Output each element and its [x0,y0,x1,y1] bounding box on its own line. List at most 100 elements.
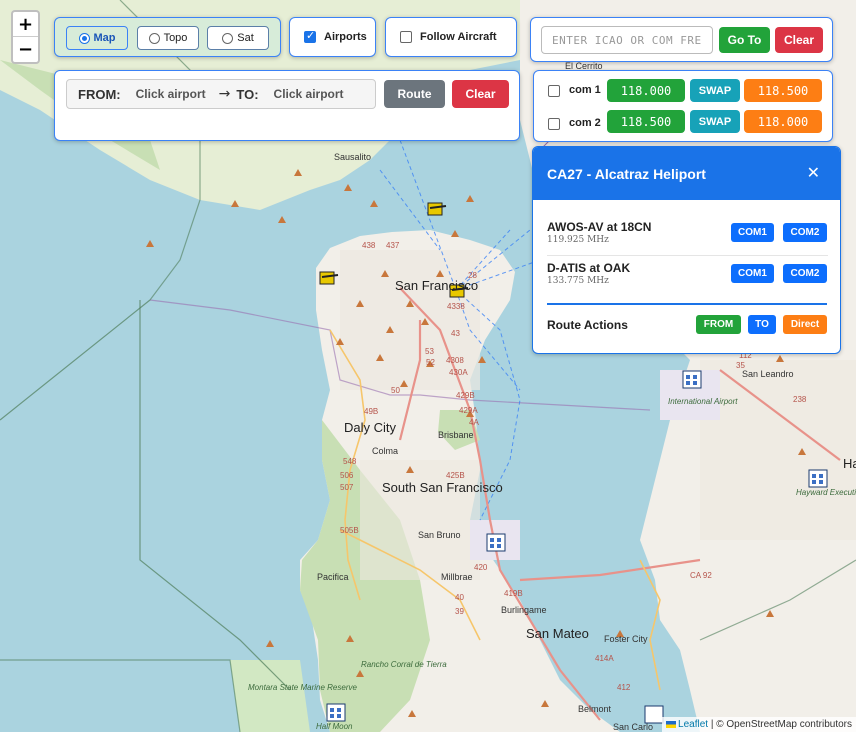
from-label: FROM: [78,86,121,102]
route-to-button[interactable]: TO [748,315,776,334]
close-icon[interactable]: ✕ [807,163,820,182]
svg-text:Pacifica: Pacifica [317,572,349,582]
com1-row: com 1 118.000 SWAP 118.500 [534,71,832,107]
route-actions-label: Route Actions [547,318,628,332]
svg-text:CA 92: CA 92 [690,571,712,580]
tune-com1-button[interactable]: COM1 [731,264,774,283]
svg-text:Colma: Colma [372,446,398,456]
route-fields: FROM: Click airport → TO: Click airport [66,79,376,109]
follow-aircraft-label: Follow Aircraft [420,31,497,43]
svg-text:53: 53 [425,347,434,356]
popup-header: CA27 - Alcatraz Heliport ✕ [533,147,840,200]
svg-text:Ha: Ha [843,456,856,471]
com1-label: com 1 [569,84,601,96]
svg-text:43: 43 [451,329,460,338]
svg-text:Burlingame: Burlingame [501,605,547,615]
leaflet-link[interactable]: Leaflet [678,719,708,730]
svg-text:438: 438 [362,241,376,250]
tune-com2-button[interactable]: COM2 [783,264,827,283]
from-value[interactable]: Click airport [136,87,206,101]
svg-text:Millbrae: Millbrae [441,572,473,582]
to-label: TO: [236,86,259,102]
svg-text:52: 52 [426,358,435,367]
layer-option-label: Topo [163,32,188,44]
layer-switcher: Map Topo Sat [54,17,281,57]
route-from-button[interactable]: FROM [696,315,741,334]
frequency-item: D-ATIS at OAK 133.775 MHz COM1 COM2 [547,261,828,297]
search-clear-button[interactable]: Clear [775,27,823,53]
map-attribution: Leaflet | © OpenStreetMap contributors [662,717,856,732]
svg-text:Montara State Marine Reserve: Montara State Marine Reserve [248,683,357,692]
svg-text:238: 238 [793,395,807,404]
svg-text:4338: 4338 [447,302,465,311]
com2-active-frequency[interactable]: 118.500 [607,110,685,133]
svg-text:Half Moon: Half Moon [316,722,353,731]
svg-text:430A: 430A [449,368,468,377]
search-input[interactable]: ENTER ICAO OR COM FRE [541,26,713,54]
follow-toggle-panel[interactable]: Follow Aircraft [385,17,517,57]
follow-aircraft-checkbox[interactable] [400,31,412,43]
popup-title: CA27 - Alcatraz Heliport [547,165,706,182]
svg-text:49B: 49B [364,407,378,416]
airports-label: Airports [324,31,367,43]
svg-text:San Mateo: San Mateo [526,626,589,641]
airports-checkbox[interactable] [304,29,316,43]
zoom-out-button[interactable]: − [13,37,38,62]
svg-text:Foster City: Foster City [604,634,648,644]
svg-text:420: 420 [474,563,488,572]
com2-standby-frequency[interactable]: 118.000 [744,110,822,133]
svg-text:4A: 4A [469,418,479,427]
tune-com2-button[interactable]: COM2 [783,223,827,242]
svg-text:4308: 4308 [446,356,464,365]
airports-toggle-panel[interactable]: Airports [289,17,376,57]
svg-text:Brisbane: Brisbane [438,430,474,440]
tune-com1-button[interactable]: COM1 [731,223,774,242]
radio-icon [148,32,160,44]
com1-standby-frequency[interactable]: 118.500 [744,79,822,102]
com1-active-frequency[interactable]: 118.000 [607,79,685,102]
route-panel: FROM: Click airport → TO: Click airport … [54,70,520,141]
svg-text:San Bruno: San Bruno [418,530,461,540]
zoom-in-button[interactable]: + [13,12,38,37]
com1-swap-button[interactable]: SWAP [690,79,740,102]
svg-text:35: 35 [736,361,745,370]
svg-text:40: 40 [455,593,464,602]
radio-panel: com 1 118.000 SWAP 118.500 com 2 118.500… [533,70,833,142]
svg-text:Sausalito: Sausalito [334,152,371,162]
svg-text:28: 28 [468,271,477,280]
to-value[interactable]: Click airport [274,87,344,101]
ukraine-flag-icon [666,720,677,728]
svg-text:San Leandro: San Leandro [742,369,794,379]
com2-checkbox[interactable] [548,118,560,130]
layer-option-label: Sat [237,32,254,44]
com1-checkbox[interactable] [548,85,560,97]
svg-text:Daly City: Daly City [344,420,397,435]
svg-text:505B: 505B [340,526,359,535]
goto-button[interactable]: Go To [719,27,770,53]
svg-text:507: 507 [340,483,354,492]
svg-text:San Carlo: San Carlo [613,722,653,732]
airport-popup: CA27 - Alcatraz Heliport ✕ AWOS-AV at 18… [532,146,841,354]
com2-swap-button[interactable]: SWAP [690,110,740,133]
svg-text:437: 437 [386,241,400,250]
route-arrow: → [218,86,231,102]
svg-text:429A: 429A [459,406,478,415]
svg-text:419B: 419B [504,589,523,598]
layer-option-topo[interactable]: Topo [137,26,199,50]
route-button[interactable]: Route [384,80,445,108]
zoom-control: + − [11,10,40,64]
svg-text:Belmont: Belmont [578,704,612,714]
svg-text:International Airport: International Airport [668,397,738,406]
svg-text:506: 506 [340,471,354,480]
layer-option-sat[interactable]: Sat [207,26,269,50]
radio-icon [222,32,234,44]
route-clear-button[interactable]: Clear [452,80,509,108]
svg-text:Rancho Corral de Tierra: Rancho Corral de Tierra [361,660,447,669]
svg-text:South San Francisco: South San Francisco [382,480,503,495]
osm-attribution: | © OpenStreetMap contributors [710,719,852,730]
route-direct-button[interactable]: Direct [783,315,827,334]
radio-icon [78,32,90,44]
frequency-item: AWOS-AV at 18CN 119.925 MHz COM1 COM2 [547,220,828,256]
layer-option-map[interactable]: Map [66,26,128,50]
com2-label: com 2 [569,117,601,129]
